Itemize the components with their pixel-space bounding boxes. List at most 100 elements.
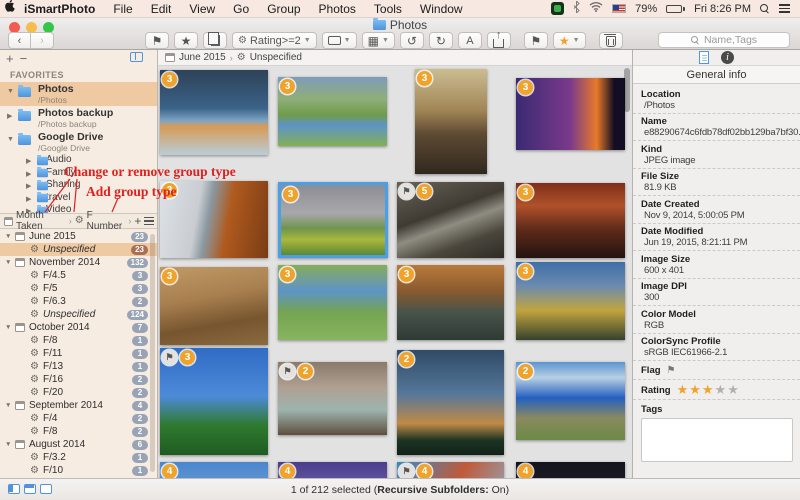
grid-view-dropdown[interactable]: ▦▼ <box>362 32 395 49</box>
breadcrumb-group[interactable]: Unspecified <box>250 52 302 63</box>
flag-button[interactable]: ⚑ <box>145 32 169 49</box>
flag-icon[interactable]: ⚑ <box>667 365 676 376</box>
tree-row-june-2015[interactable]: ▼June 201523 <box>0 230 158 243</box>
delete-button[interactable] <box>599 32 623 49</box>
disclosure-triangle-icon[interactable]: ▼ <box>5 399 11 412</box>
disclosure-triangle-icon[interactable]: ▼ <box>5 321 11 334</box>
add-group-type-button[interactable]: + <box>134 214 141 228</box>
tree-row-f-4[interactable]: ⚙F/42 <box>0 412 158 425</box>
tree-row-october-2014[interactable]: ▼October 20147 <box>0 321 158 334</box>
photo-thumbnail-seascape-twilight[interactable]: 3 <box>160 70 268 155</box>
photo-thumbnail-sunset-silhouette[interactable]: 3 <box>516 78 625 150</box>
remove-favorite-button[interactable]: − <box>20 51 34 66</box>
tree-row-unspecified[interactable]: ⚙Unspecified23 <box>0 243 158 256</box>
photo-thumbnail-red-sunset-coast[interactable]: 3 <box>516 183 625 258</box>
tree-row-f-6-3[interactable]: ⚙F/6.32 <box>0 295 158 308</box>
view-toggle-split[interactable] <box>8 484 20 494</box>
tree-row-f-8[interactable]: ⚙F/82 <box>0 425 158 438</box>
photo-thumbnail-park-trees[interactable]: ⚑3 <box>160 348 268 455</box>
sidebar-item-photos-backup[interactable]: ▶Photos backup/Photos backup <box>0 106 157 130</box>
tree-row-f-13[interactable]: ⚙F/131 <box>0 360 158 373</box>
menubar-app-name[interactable]: iSmartPhoto <box>22 2 104 16</box>
tree-row-f-3-2[interactable]: ⚙F/3.21 <box>0 451 158 464</box>
tree-row-november-2014[interactable]: ▼November 2014132 <box>0 256 158 269</box>
photo-thumbnail-red-blue-water[interactable]: ⚑4 <box>397 462 504 478</box>
input-language-flag-icon[interactable] <box>612 4 626 13</box>
tab-info-icon[interactable]: i <box>721 51 734 64</box>
tree-row-f-4-5[interactable]: ⚙F/4.53 <box>0 269 158 282</box>
disclosure-triangle-icon[interactable]: ▼ <box>7 136 14 143</box>
star-button[interactable]: ★ <box>174 32 198 49</box>
back-button[interactable]: ‹ <box>8 32 31 49</box>
tree-row-september-2014[interactable]: ▼September 20144 <box>0 399 158 412</box>
photo-thumbnail-balloon-fields[interactable]: 3 <box>278 182 388 258</box>
group-type-month[interactable]: Month Taken <box>16 210 66 232</box>
display-mode-dropdown[interactable]: ▼ <box>322 32 357 49</box>
rotate-left-button[interactable]: ↺ <box>400 32 424 49</box>
photo-thumbnail-castle-reflection[interactable]: 3 <box>415 69 487 174</box>
photo-thumbnail-stormy-lake[interactable]: ⚑2 <box>278 362 387 435</box>
sidebar-item-photos[interactable]: ▼Photos/Photos <box>0 82 157 106</box>
photo-thumbnail-train-window[interactable]: 3 <box>160 181 268 258</box>
star-icon[interactable]: ★ <box>715 382 728 397</box>
grid-scrollbar[interactable] <box>624 68 630 112</box>
disclosure-triangle-icon[interactable]: ▶ <box>7 112 12 120</box>
annotate-button[interactable]: A <box>458 32 482 49</box>
star-icon[interactable]: ★ <box>677 382 690 397</box>
rate-dropdown[interactable]: ★▼ <box>553 32 586 49</box>
star-icon[interactable]: ★ <box>727 382 740 397</box>
star-icon[interactable]: ★ <box>689 382 702 397</box>
search-input[interactable]: Name,Tags <box>658 32 790 48</box>
tab-document-icon[interactable] <box>699 51 709 64</box>
photo-thumbnail-autumn-valley[interactable]: 3 <box>397 265 504 340</box>
sidebar-subfolder-sharing[interactable]: ▶Sharing <box>0 179 157 192</box>
menu-edit[interactable]: Edit <box>142 2 181 16</box>
notification-center-icon[interactable] <box>779 2 790 14</box>
wifi-icon[interactable] <box>589 2 603 15</box>
disclosure-triangle-icon[interactable]: ▼ <box>5 256 11 269</box>
sidebar-subfolder-family[interactable]: ▶Family <box>0 167 157 180</box>
photo-thumbnail-yellow-valley[interactable]: 3 <box>516 262 625 340</box>
menu-window[interactable]: Window <box>411 2 472 16</box>
tree-row-f-11[interactable]: ⚙F/111 <box>0 347 158 360</box>
smart-filter-dropdown[interactable]: ⚙Rating>=2▼ <box>232 32 317 49</box>
duplicate-button[interactable] <box>203 32 227 49</box>
spotlight-icon[interactable] <box>760 4 770 14</box>
photo-thumbnail-river-delta[interactable]: 3 <box>278 265 387 340</box>
status-app-icon[interactable] <box>551 2 564 15</box>
share-button[interactable] <box>487 32 511 49</box>
photo-thumbnail-desert-storm[interactable]: 3 <box>160 267 268 345</box>
tree-row-august-2014[interactable]: ▼August 20146 <box>0 438 158 451</box>
disclosure-triangle-icon[interactable]: ▼ <box>5 230 11 243</box>
menu-go[interactable]: Go <box>224 2 258 16</box>
menu-view[interactable]: View <box>180 2 224 16</box>
view-toggle-browser[interactable] <box>24 484 36 494</box>
disclosure-triangle-icon[interactable]: ▼ <box>7 88 14 95</box>
tree-row-f-5[interactable]: ⚙F/53 <box>0 282 158 295</box>
apple-menu-icon[interactable] <box>0 0 22 17</box>
bluetooth-icon[interactable] <box>573 1 580 16</box>
breadcrumb-month[interactable]: June 2015 <box>179 52 226 63</box>
menu-group[interactable]: Group <box>258 2 309 16</box>
tree-row-f-8[interactable]: ⚙F/81 <box>0 334 158 347</box>
tree-row-f-20[interactable]: ⚙F/202 <box>0 386 158 399</box>
view-toggle-full[interactable] <box>40 484 52 494</box>
sidebar-subfolder-audio[interactable]: ▶Audio <box>0 154 157 167</box>
photo-thumbnail-purple-mountains[interactable]: 4 <box>278 462 387 478</box>
panes-toggle-icon[interactable] <box>130 52 143 62</box>
photo-thumbnail-river-valley[interactable]: 3 <box>278 77 387 146</box>
tags-input[interactable] <box>641 418 793 462</box>
rating-stars[interactable]: ★★★★★ <box>677 384 740 396</box>
forward-button[interactable]: › <box>31 32 54 49</box>
photo-thumbnail-night-sky[interactable]: 4 <box>516 462 625 478</box>
sidebar-scrollbar[interactable] <box>150 234 155 472</box>
menubar-clock[interactable]: Fri 8:26 PM <box>694 3 751 15</box>
mark-flag-button[interactable]: ⚑ <box>524 32 548 49</box>
rotate-right-button[interactable]: ↻ <box>429 32 453 49</box>
menu-photos[interactable]: Photos <box>310 2 365 16</box>
photo-thumbnail-mountain-lake[interactable]: 2 <box>516 362 625 440</box>
photo-thumbnail-dramatic-sky-trees[interactable]: 2 <box>397 350 504 455</box>
tree-row-f-10[interactable]: ⚙F/101 <box>0 464 158 477</box>
disclosure-triangle-icon[interactable]: ▼ <box>5 438 11 451</box>
add-favorite-button[interactable]: + <box>6 51 20 66</box>
